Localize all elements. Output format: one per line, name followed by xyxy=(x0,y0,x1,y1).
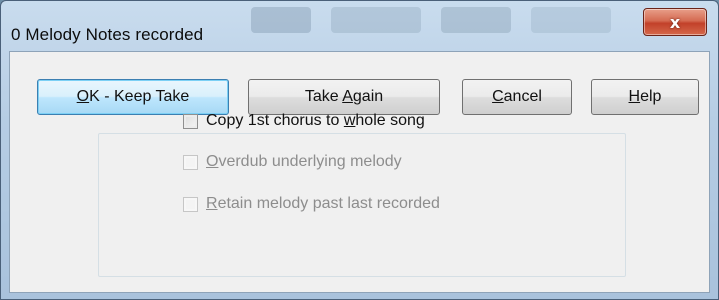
titlebar-glass-shape xyxy=(441,7,511,33)
retain-melody-label: Retain melody past last recorded xyxy=(206,195,440,212)
dialog-client-area: OK - Keep Take Take Again Cancel Help xyxy=(9,51,710,293)
titlebar-glass-shape xyxy=(531,7,611,33)
cancel-button[interactable]: Cancel xyxy=(462,79,572,115)
option-retain-melody: Retain melody past last recorded xyxy=(183,194,440,214)
retain-melody-checkbox xyxy=(183,196,198,212)
window-title: 0 Melody Notes recorded xyxy=(11,25,204,44)
dialog-window: 0 Melody Notes recorded x OK - Keep Take… xyxy=(0,0,719,300)
take-again-button[interactable]: Take Again xyxy=(248,79,440,115)
take-again-button-label: Take Again xyxy=(304,88,384,105)
help-button[interactable]: Help xyxy=(591,79,699,115)
overdub-melody-label: Overdub underlying melody xyxy=(206,153,402,170)
close-button[interactable]: x xyxy=(643,8,707,36)
copy-chorus-label: Copy 1st chorus to whole song xyxy=(206,112,425,129)
ok-button-label: OK - Keep Take xyxy=(76,88,190,105)
overdub-melody-checkbox xyxy=(183,154,198,170)
titlebar-glass-shape xyxy=(251,7,311,33)
help-button-label: Help xyxy=(628,88,662,105)
ok-keep-take-button[interactable]: OK - Keep Take xyxy=(37,79,229,115)
title-bar[interactable]: 0 Melody Notes recorded x xyxy=(1,1,718,51)
titlebar-glass-shape xyxy=(331,7,421,33)
copy-chorus-checkbox[interactable] xyxy=(183,113,198,129)
option-overdub-melody: Overdub underlying melody xyxy=(183,152,402,172)
cancel-button-label: Cancel xyxy=(492,88,542,105)
close-icon: x xyxy=(669,12,681,32)
option-copy-chorus[interactable]: Copy 1st chorus to whole song xyxy=(183,111,425,131)
